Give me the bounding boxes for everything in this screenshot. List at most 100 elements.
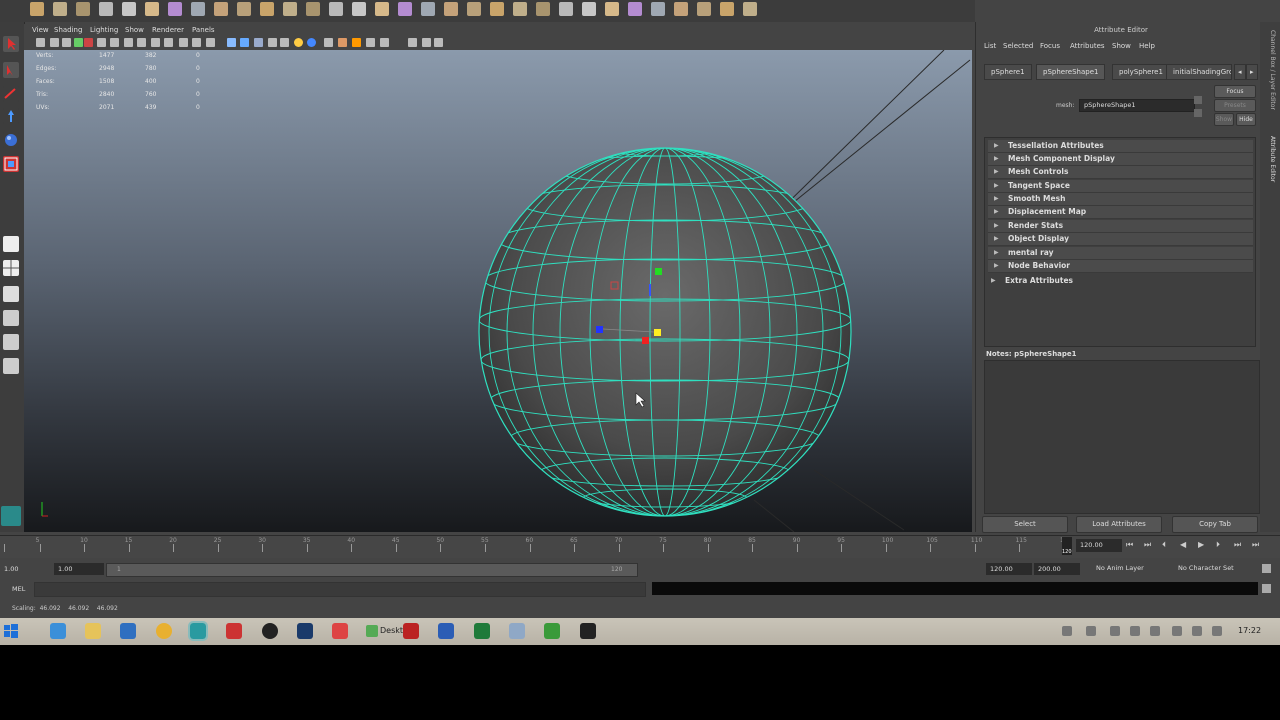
scale-center-handle[interactable] [654, 329, 661, 336]
shelf-tool-icon[interactable] [191, 2, 205, 16]
side-tab-attribute-editor[interactable]: Attribute Editor [1264, 136, 1276, 206]
shelf-tool-icon[interactable] [697, 2, 711, 16]
ae-menu-show[interactable]: Show [1112, 42, 1131, 50]
step-back-icon[interactable]: ⏴ [1162, 540, 1166, 550]
close-pane-icon[interactable] [434, 38, 443, 47]
shelf-tool-icon[interactable] [76, 2, 90, 16]
safe-action-icon[interactable] [380, 38, 389, 47]
shelf-tool-icon[interactable] [536, 2, 550, 16]
section-tangent-space[interactable]: ▶ Tangent Space [988, 180, 1253, 193]
clock[interactable]: 17:22 [1238, 626, 1261, 635]
step-forward-key-icon[interactable]: ⏭ [1234, 540, 1241, 550]
go-output-icon[interactable] [1194, 109, 1202, 117]
shelf-tool-icon[interactable] [651, 2, 665, 16]
anti-alias-icon[interactable] [408, 38, 417, 47]
scale-tool-icon[interactable] [3, 156, 19, 172]
shelf-tool-icon[interactable] [145, 2, 159, 16]
cmd-icon[interactable] [580, 623, 596, 639]
resolution-gate-icon[interactable] [338, 38, 347, 47]
rotate-tool-icon[interactable] [3, 132, 19, 148]
explorer-icon[interactable] [85, 623, 101, 639]
ae-presets-button[interactable]: Presets [1214, 99, 1256, 112]
shadows-icon[interactable] [192, 38, 201, 47]
range-end-field[interactable]: 120.00 [986, 563, 1032, 575]
camera-icon[interactable] [36, 38, 45, 47]
sphere-mesh[interactable] [479, 148, 851, 516]
section-tessellation[interactable]: ▶ Tessellation Attributes [988, 140, 1253, 153]
menu-shading[interactable]: Shading [54, 26, 82, 34]
shelf-tool-icon[interactable] [421, 2, 435, 16]
light-bulb-icon[interactable] [294, 38, 303, 47]
flag-icon[interactable] [1130, 626, 1140, 636]
shelf-tool-icon[interactable] [628, 2, 642, 16]
outliner-layout-icon[interactable] [3, 286, 19, 302]
notes-field[interactable] [984, 360, 1260, 514]
bookmark-icon[interactable] [62, 38, 71, 47]
shelf-tool-icon[interactable] [352, 2, 366, 16]
prefs-icon[interactable] [1262, 564, 1271, 573]
end-time-field[interactable]: 200.00 [1034, 563, 1080, 575]
ae-focus-button[interactable]: Focus [1214, 85, 1256, 98]
shelf-tool-icon[interactable] [122, 2, 136, 16]
paint-select-tool-icon[interactable] [3, 86, 19, 102]
tray-expand-icon[interactable] [1110, 626, 1120, 636]
bounding-box-icon[interactable] [254, 38, 263, 47]
mel-input[interactable] [34, 582, 646, 597]
shelf-tool-icon[interactable] [559, 2, 573, 16]
desktop-folder[interactable]: Deskt [366, 624, 403, 638]
camtasia-icon[interactable] [544, 623, 560, 639]
shelf-tool-icon[interactable] [398, 2, 412, 16]
section-render-stats[interactable]: ▶ Render Stats [988, 220, 1253, 233]
shelf-tool-icon[interactable] [743, 2, 757, 16]
shelf-tool-icon[interactable] [283, 2, 297, 16]
tab-polysphere1[interactable]: polySphere1 [1112, 64, 1170, 80]
ae-menu-selected[interactable]: Selected [1003, 42, 1033, 50]
wifi-icon[interactable] [1192, 626, 1202, 636]
current-frame-marker[interactable]: 120 [1062, 537, 1072, 555]
shelf-tool-icon[interactable] [605, 2, 619, 16]
maya-icon[interactable] [188, 621, 208, 641]
tab-scroll-right-icon[interactable]: ▸ [1246, 64, 1258, 80]
section-smooth-mesh[interactable]: ▶ Smooth Mesh [988, 193, 1253, 206]
ssao-icon[interactable] [422, 38, 431, 47]
section-extra-attributes[interactable]: ▶ Extra Attributes [988, 275, 1256, 287]
ae-show-button[interactable]: Show [1214, 113, 1234, 126]
hypershade-layout-icon[interactable] [3, 334, 19, 350]
default-material-icon[interactable] [307, 38, 316, 47]
ae-copy-tab-button[interactable]: Copy Tab [1172, 516, 1258, 533]
range-start-field[interactable]: 1.00 [54, 563, 104, 575]
wireframe-on-shaded-icon[interactable] [137, 38, 146, 47]
shelf-tool-icon[interactable] [375, 2, 389, 16]
shelf-tool-icon[interactable] [467, 2, 481, 16]
xray-icon[interactable] [179, 38, 188, 47]
step-forward-icon[interactable]: ⏵ [1216, 540, 1220, 550]
ae-hide-button[interactable]: Hide [1236, 113, 1256, 126]
shelf-tool-icon[interactable] [99, 2, 113, 16]
section-mesh-controls[interactable]: ▶ Mesh Controls [988, 166, 1253, 179]
gate-mask-icon[interactable] [352, 38, 361, 47]
ae-select-button[interactable]: Select [982, 516, 1068, 533]
section-displacement-map[interactable]: ▶ Displacement Map [988, 206, 1253, 219]
image-plane-icon[interactable] [74, 38, 83, 47]
mel-label[interactable]: MEL [12, 585, 25, 593]
go-end-icon[interactable]: ⏭ [1252, 540, 1259, 550]
volume-icon[interactable] [1212, 626, 1222, 636]
film-gate-icon[interactable] [84, 38, 93, 47]
wireframe-icon[interactable] [110, 38, 119, 47]
tray-grip-icon[interactable] [1062, 626, 1072, 636]
tab-initialshadinggroup[interactable]: initialShadingGroup [1166, 64, 1232, 80]
move-tool-icon[interactable] [3, 108, 19, 124]
side-tab-channel-box[interactable]: Channel Box / Layer Editor [1264, 30, 1276, 130]
ie-icon[interactable] [50, 623, 66, 639]
shelf-tool-icon[interactable] [237, 2, 251, 16]
ae-menu-attributes[interactable]: Attributes [1070, 42, 1105, 50]
excel-icon[interactable] [474, 623, 490, 639]
tab-psphere1[interactable]: pSphere1 [984, 64, 1032, 80]
photoshop-icon[interactable] [297, 623, 313, 639]
shelf-tool-icon[interactable] [490, 2, 504, 16]
go-start-icon[interactable]: ⏮ [1126, 540, 1133, 550]
smooth-shade-icon[interactable] [124, 38, 133, 47]
scale-handle[interactable] [642, 337, 649, 344]
battery-icon[interactable] [1172, 626, 1182, 636]
section-node-behavior[interactable]: ▶ Node Behavior [988, 260, 1253, 273]
